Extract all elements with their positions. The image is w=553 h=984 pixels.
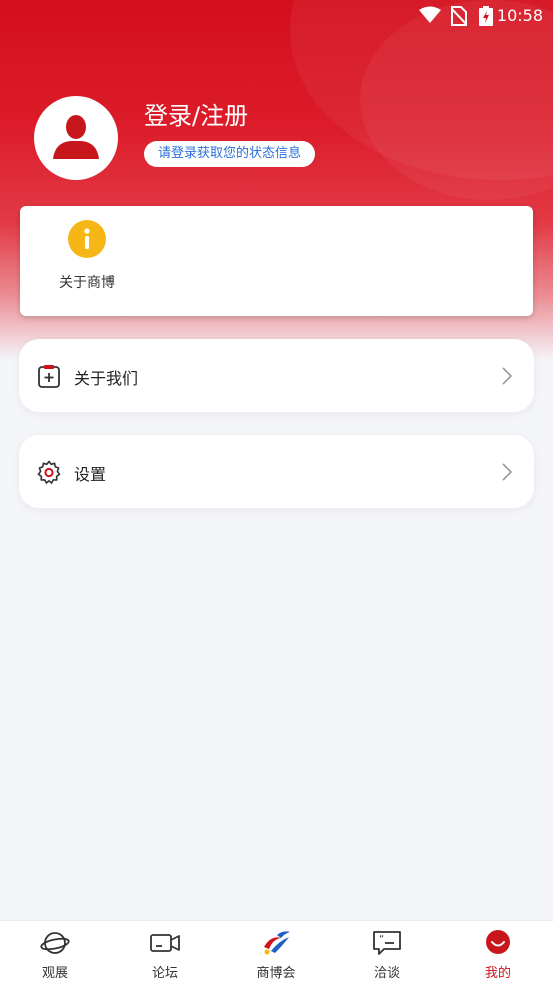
clipboard-plus-icon: [37, 364, 61, 392]
about-expo-label: 关于商博: [59, 275, 115, 291]
svg-text:“: “: [379, 934, 384, 945]
tab-label: 我的: [484, 966, 511, 981]
gear-icon: [37, 460, 61, 488]
battery-charging-icon: [479, 6, 493, 30]
menu-label: 关于我们: [74, 369, 139, 388]
menu-item-about-us[interactable]: 关于我们: [19, 339, 534, 412]
status-time: 10:58: [496, 6, 543, 25]
chevron-right-icon: [502, 367, 513, 389]
avatar[interactable]: [34, 96, 118, 180]
info-icon: [68, 220, 106, 258]
about-card: 关于商博: [20, 206, 533, 316]
menu-item-settings[interactable]: 设置: [19, 435, 534, 508]
tab-label: 论坛: [151, 966, 178, 981]
bottom-tab-bar: 观展 论坛 商博会 “ 洽谈 我的: [0, 920, 553, 984]
tab-mine[interactable]: 我的: [443, 921, 553, 984]
tab-label: 商博会: [256, 966, 296, 981]
tab-exhibition[interactable]: 观展: [0, 921, 110, 984]
tab-negotiation[interactable]: “ 洽谈: [332, 921, 442, 984]
no-sim-icon: [450, 6, 468, 30]
tab-expo[interactable]: 商博会: [221, 921, 331, 984]
login-hint-badge[interactable]: 请登录获取您的状态信息: [144, 141, 316, 167]
menu-label: 设置: [74, 465, 107, 484]
chat-quote-icon: “: [372, 929, 402, 957]
profile-face-icon: [483, 929, 513, 957]
about-expo-item[interactable]: 关于商博: [56, 220, 118, 300]
tab-label: 洽谈: [373, 966, 400, 981]
wifi-icon: [419, 6, 441, 28]
login-register-title[interactable]: 登录/注册: [144, 96, 248, 131]
chevron-right-icon: [502, 463, 513, 485]
user-silhouette-icon: [53, 115, 99, 159]
video-camera-icon: [150, 929, 180, 957]
tab-label: 观展: [41, 966, 68, 981]
planet-icon: [40, 929, 70, 957]
expo-logo-icon: [261, 929, 291, 957]
status-bar: 10:58: [0, 0, 553, 32]
tab-forum[interactable]: 论坛: [110, 921, 220, 984]
